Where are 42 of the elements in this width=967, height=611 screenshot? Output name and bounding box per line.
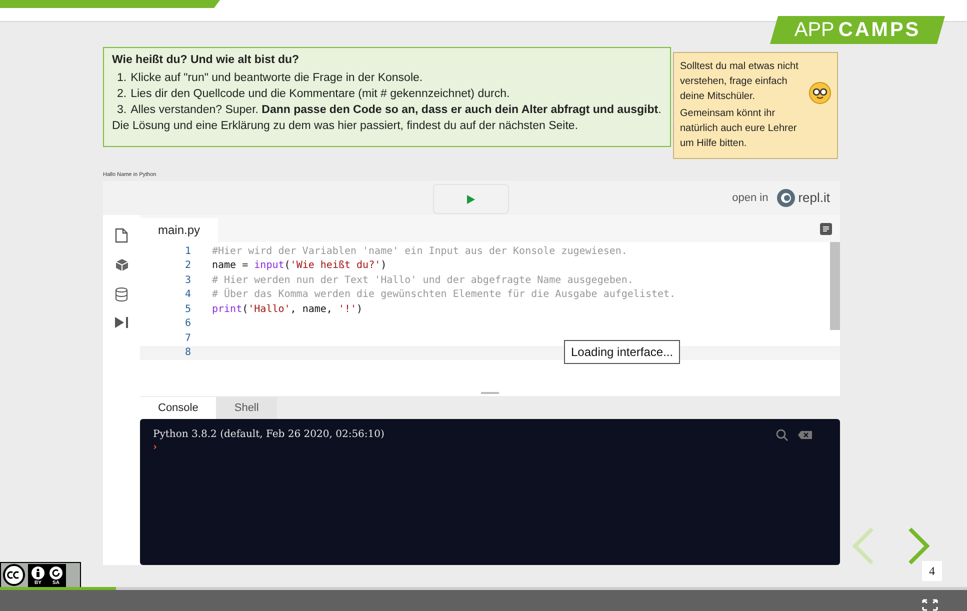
fullscreen-icon[interactable]: [922, 599, 938, 611]
search-icon[interactable]: [776, 429, 788, 441]
console-tab[interactable]: Console: [140, 397, 216, 419]
play-icon: [467, 194, 475, 204]
line-number: 7: [184, 332, 191, 346]
resize-handle[interactable]: [481, 392, 499, 394]
step-number: 2.: [117, 87, 127, 102]
instructions-title: Wie heißt du? Und wie alt bist du?: [112, 53, 300, 68]
repl-link[interactable]: repl.it: [776, 188, 830, 208]
console-tab[interactable]: Shell: [216, 397, 277, 419]
line-number: 5: [184, 302, 191, 317]
step-text: Alles verstanden? Super. Dann passe den Code so an, dass er auch dein Alter abfragt und ausgibt.: [130, 103, 662, 118]
console-prompt: ›: [153, 442, 158, 454]
line-number: 8: [184, 346, 191, 360]
line-number: 6: [184, 317, 191, 332]
file-tab[interactable]: main.py: [140, 218, 218, 242]
scrollbar[interactable]: [830, 242, 840, 330]
spiral-logo-icon: [776, 188, 796, 208]
loading-tooltip: Loading interface...: [564, 340, 680, 364]
file-icon[interactable]: [115, 228, 128, 243]
line-number: 1: [184, 244, 191, 259]
step-text: Klicke auf "run" und beantworte die Frage in der Konsole.: [130, 71, 423, 86]
logo-banner: APP CAMPS: [770, 16, 945, 44]
page-number: 4: [922, 561, 942, 581]
tip-text: Gemeinsam könnt ihr natürlich auch eure Lehrer um Hilfe bitten.: [680, 107, 798, 151]
tip-text: Solltest du mal etwas nicht verstehen, frage einfach deine Mitschüler.: [680, 60, 800, 104]
code-editor[interactable]: 1 #Hier wird der Variablen 'name' ein Input aus der Konsole zugewiesen. 2 name = input('Wie heißt du?') 3 # Hier werden nun der Text 'Hallo' und der abgefragte Name ausgegeben. 4 # Über das Komma werden die gewünschten Elemente für die Ausgabe aufgelistet. 5 print('Hallo', name, '!') 6 7 8 Loading interface...: [140, 242, 840, 390]
nerd-face-icon: [809, 82, 831, 104]
open-in-label: open in: [732, 190, 768, 206]
line-number: 4: [184, 288, 191, 302]
instructions-footer: Die Lösung und eine Erklärung zu dem was hier passiert, findest du auf der nächsten Seite.: [112, 118, 662, 134]
document-icon[interactable]: [820, 223, 832, 235]
step-number: 3.: [117, 103, 127, 118]
console-output: Python 3.8.2 (default, Feb 26 2020, 02:56:10): [153, 429, 384, 440]
backspace-icon[interactable]: [798, 431, 812, 439]
step-text: Lies dir den Quellcode und die Kommentare (mit # gekennzeichnet) durch.: [130, 87, 510, 102]
line-number: 3: [184, 274, 191, 288]
step-number: 1.: [117, 71, 127, 86]
database-icon[interactable]: [115, 287, 128, 302]
line-number: 2: [184, 259, 191, 274]
cube-icon[interactable]: [114, 258, 128, 272]
step-icon[interactable]: [114, 317, 128, 328]
